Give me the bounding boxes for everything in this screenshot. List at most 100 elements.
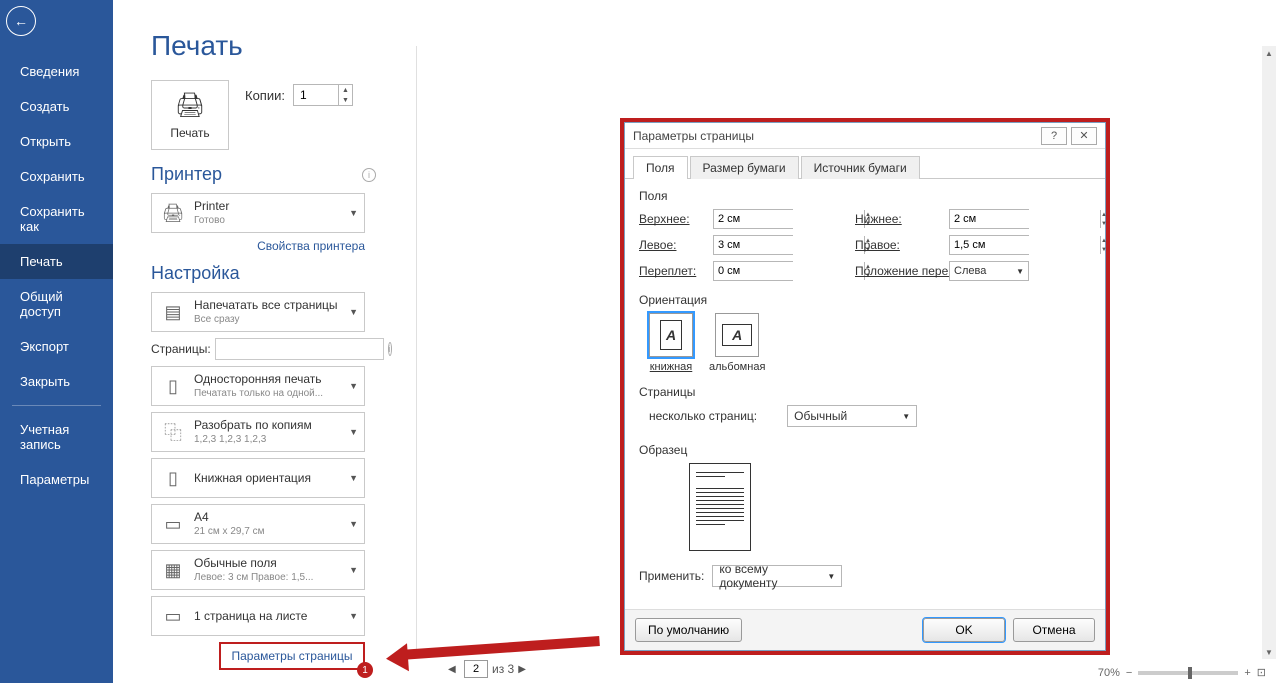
zoom-slider[interactable]	[1138, 671, 1238, 675]
left-margin-field[interactable]	[714, 236, 864, 254]
apply-select[interactable]: ко всему документу▼	[712, 565, 842, 587]
orientation-title: Книжная ориентация	[194, 471, 349, 485]
current-page-input[interactable]	[464, 660, 488, 678]
page-setup-dialog-highlight: Параметры страницы ? ✕ Поля Размер бумаг…	[620, 118, 1110, 655]
preview-scrollbar[interactable]: ▲ ▼	[1262, 46, 1276, 659]
scroll-down-icon[interactable]: ▼	[1262, 645, 1276, 659]
print-range-selector[interactable]: ▤ Напечатать все страницы Все сразу ▼	[151, 292, 365, 332]
orientation-portrait[interactable]: A книжная	[649, 313, 693, 373]
prev-page-button[interactable]: ◀	[448, 664, 460, 675]
zoom-in-button[interactable]: +	[1244, 667, 1250, 679]
bottom-margin-input[interactable]: ▲▼	[949, 209, 1029, 229]
zoom-fit-button[interactable]: ⊡	[1257, 666, 1266, 679]
right-margin-field[interactable]	[950, 236, 1100, 254]
sidebar-item-share[interactable]: Общий доступ	[0, 279, 113, 329]
collate-title: Разобрать по копиям	[194, 418, 349, 432]
print-button[interactable]: 🖨 Печать	[151, 80, 229, 150]
copies-input[interactable]	[294, 85, 338, 105]
sidebar-item-options[interactable]: Параметры	[0, 462, 113, 497]
multi-pages-value: Обычный	[794, 409, 847, 423]
printer-icon: 🖨	[175, 91, 205, 120]
printer-status: Готово	[194, 215, 349, 227]
print-range-title: Напечатать все страницы	[194, 298, 349, 312]
copies-down-icon[interactable]: ▼	[339, 95, 352, 105]
orientation-landscape[interactable]: A альбомная	[709, 313, 765, 373]
tab-paper-size[interactable]: Размер бумаги	[690, 156, 799, 179]
zoom-control: 70% − + ⊡	[1098, 666, 1266, 679]
orientation-group-label: Ориентация	[639, 293, 1091, 307]
one-side-icon: ▯	[158, 371, 188, 401]
sample-preview	[689, 463, 1091, 551]
sidebar-item-print[interactable]: Печать	[0, 244, 113, 279]
paper-size-selector[interactable]: ▭ A4 21 см x 29,7 см ▼	[151, 504, 365, 544]
backstage-sidebar: ← Сведения Создать Открыть Сохранить Сох…	[0, 0, 113, 683]
orientation-landscape-label: альбомная	[709, 361, 765, 373]
gutter-pos-select[interactable]: Слева▼	[949, 261, 1029, 281]
tab-paper-source[interactable]: Источник бумаги	[801, 156, 920, 179]
orientation-selector[interactable]: ▯ Книжная ориентация ▼	[151, 458, 365, 498]
gutter-label: Переплет:	[639, 264, 709, 278]
sidebar-item-save[interactable]: Сохранить	[0, 159, 113, 194]
zoom-value: 70%	[1098, 667, 1120, 679]
sidebar-item-close[interactable]: Закрыть	[0, 364, 113, 399]
printer-name: Printer	[194, 199, 349, 213]
copies-up-icon[interactable]: ▲	[339, 85, 352, 95]
top-margin-input[interactable]: ▲▼	[713, 209, 793, 229]
chevron-down-icon: ▼	[349, 519, 358, 529]
sidebar-item-account[interactable]: Учетная запись	[0, 412, 113, 462]
bottom-margin-field[interactable]	[950, 210, 1100, 228]
chevron-down-icon: ▼	[349, 611, 358, 621]
gutter-field[interactable]	[714, 262, 864, 280]
gutter-input[interactable]: ▲▼	[713, 261, 793, 281]
per-sheet-title: 1 страница на листе	[194, 609, 349, 623]
ok-button[interactable]: OK	[923, 618, 1005, 642]
zoom-out-button[interactable]: −	[1126, 667, 1132, 679]
right-margin-input[interactable]: ▲▼	[949, 235, 1029, 255]
margins-selector[interactable]: ▦ Обычные поля Левое: 3 см Правое: 1,5..…	[151, 550, 365, 590]
pages-per-sheet-selector[interactable]: ▭ 1 страница на листе ▼	[151, 596, 365, 636]
collate-selector[interactable]: ⿻ Разобрать по копиям 1,2,3 1,2,3 1,2,3 …	[151, 412, 365, 452]
copies-spinner[interactable]: ▲▼	[293, 84, 353, 106]
cancel-button[interactable]: Отмена	[1013, 618, 1095, 642]
page-setup-dialog: Параметры страницы ? ✕ Поля Размер бумаг…	[624, 122, 1106, 651]
pages-icon: ▤	[158, 297, 188, 327]
sidebar-item-info[interactable]: Сведения	[0, 54, 113, 89]
printer-heading: Принтер	[151, 164, 222, 185]
top-margin-field[interactable]	[714, 210, 864, 228]
sidebar-item-saveas[interactable]: Сохранить как	[0, 194, 113, 244]
chevron-down-icon: ▼	[349, 307, 358, 317]
sides-selector[interactable]: ▯ Односторонняя печать Печатать только н…	[151, 366, 365, 406]
dialog-title: Параметры страницы	[633, 129, 754, 143]
default-button[interactable]: По умолчанию	[635, 618, 742, 642]
sidebar-item-export[interactable]: Экспорт	[0, 329, 113, 364]
info-icon[interactable]: i	[388, 342, 392, 356]
per-sheet-icon: ▭	[158, 601, 188, 631]
chevron-down-icon: ▼	[349, 473, 358, 483]
sidebar-item-open[interactable]: Открыть	[0, 124, 113, 159]
printer-selector[interactable]: 🖨 Printer Готово ▼	[151, 193, 365, 233]
chevron-down-icon: ▼	[349, 565, 358, 575]
sidebar-separator	[12, 405, 101, 406]
page-setup-link-highlight: Параметры страницы 1	[219, 642, 365, 670]
multi-pages-select[interactable]: Обычный▼	[787, 405, 917, 427]
tab-margins[interactable]: Поля	[633, 156, 688, 179]
bottom-margin-label: Нижнее:	[855, 212, 945, 226]
pages-group-label: Страницы	[639, 385, 1091, 399]
left-margin-input[interactable]: ▲▼	[713, 235, 793, 255]
sidebar-item-new[interactable]: Создать	[0, 89, 113, 124]
scroll-up-icon[interactable]: ▲	[1262, 46, 1276, 60]
help-button[interactable]: ?	[1041, 127, 1067, 145]
preview-divider	[416, 46, 417, 653]
next-page-button[interactable]: ▶	[518, 664, 530, 675]
chevron-down-icon: ▼	[349, 381, 358, 391]
dialog-close-button[interactable]: ✕	[1071, 127, 1097, 145]
gutter-pos-label: Положение переплета:	[855, 264, 945, 278]
page-setup-link[interactable]: Параметры страницы	[232, 649, 353, 663]
top-margin-label: Верхнее:	[639, 212, 709, 226]
back-button[interactable]: ←	[6, 6, 36, 36]
pages-input[interactable]	[215, 338, 384, 360]
paper-icon: ▭	[158, 509, 188, 539]
print-button-label: Печать	[170, 126, 209, 140]
info-icon[interactable]: i	[362, 168, 376, 182]
printer-properties-link[interactable]: Свойства принтера	[151, 239, 365, 253]
